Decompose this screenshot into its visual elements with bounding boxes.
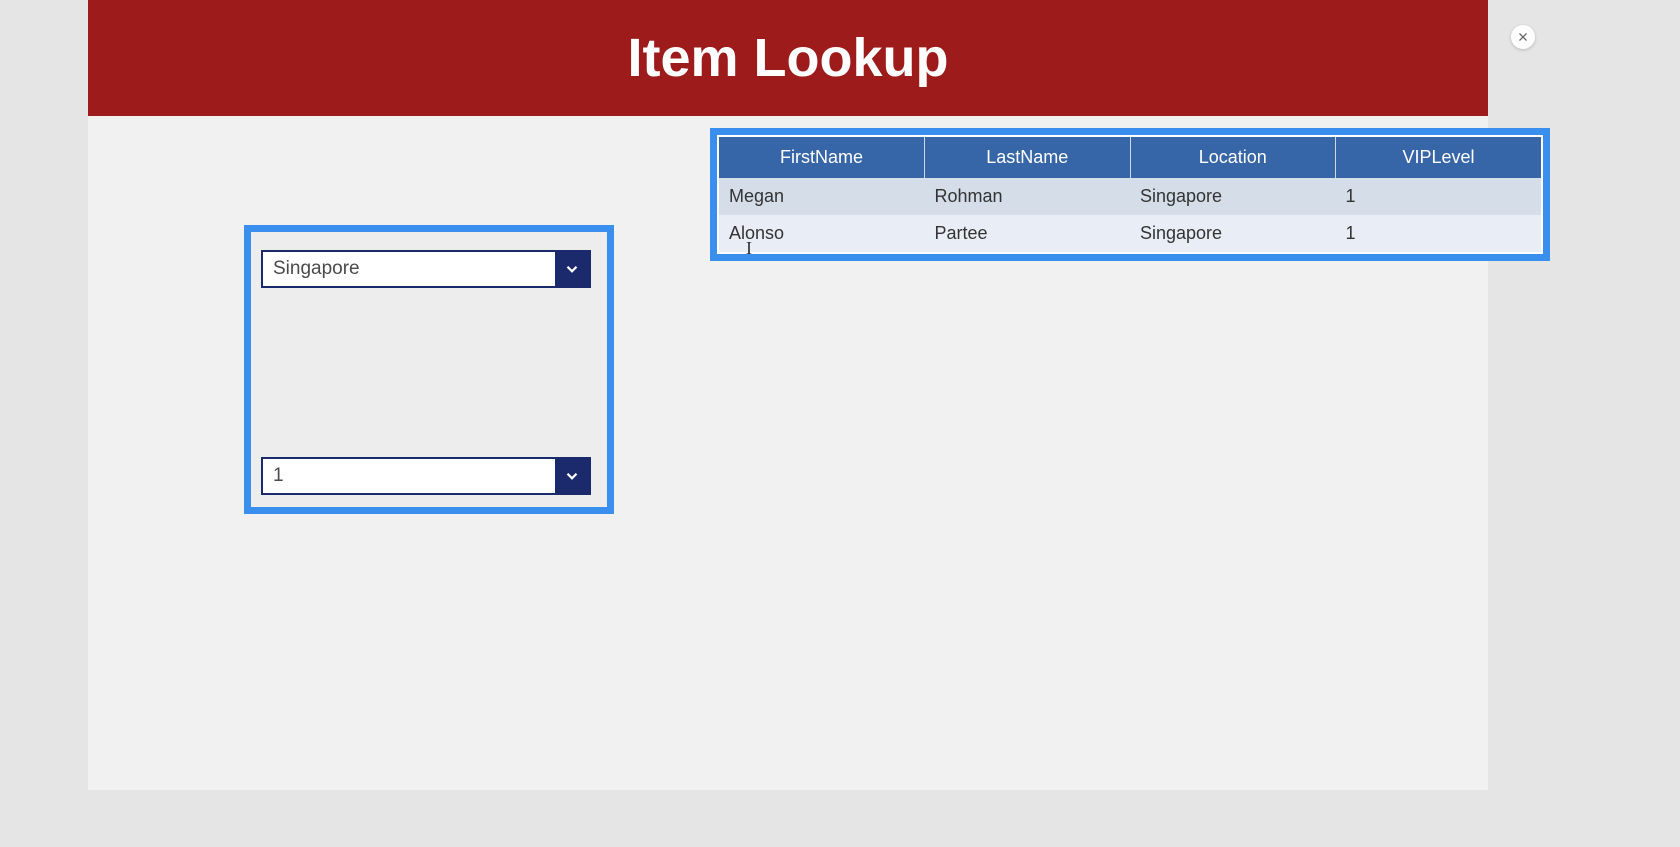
column-header-location[interactable]: Location [1130,137,1336,178]
location-dropdown[interactable]: Singapore [261,250,591,288]
filter-panel: Singapore 1 [244,225,614,514]
close-icon [1517,31,1529,43]
location-dropdown-value: Singapore [263,252,555,286]
results-table: FirstName LastName Location VIPLevel Meg… [719,137,1541,252]
cell-location: Singapore [1130,215,1336,252]
cell-firstname: Alonso [719,215,925,252]
page-title: Item Lookup [628,27,949,89]
viplevel-dropdown-value: 1 [263,459,555,493]
viplevel-dropdown[interactable]: 1 [261,457,591,495]
close-button[interactable] [1511,25,1535,49]
cell-lastname: Partee [925,215,1131,252]
column-header-lastname[interactable]: LastName [925,137,1131,178]
cell-lastname: Rohman [925,178,1131,215]
header-bar: Item Lookup [88,0,1488,116]
table-row[interactable]: Megan Rohman Singapore 1 [719,178,1541,215]
table-row[interactable]: Alonso Partee Singapore 1 [719,215,1541,252]
column-header-firstname[interactable]: FirstName [719,137,925,178]
chevron-down-icon [555,252,589,286]
table-header-row: FirstName LastName Location VIPLevel [719,137,1541,178]
chevron-down-icon [555,459,589,493]
cell-viplevel: 1 [1336,178,1542,215]
app-container: Item Lookup Singapore 1 FirstName [88,0,1488,790]
column-header-viplevel[interactable]: VIPLevel [1336,137,1542,178]
cell-location: Singapore [1130,178,1336,215]
cell-viplevel: 1 [1336,215,1542,252]
results-table-panel: FirstName LastName Location VIPLevel Meg… [710,128,1550,261]
cell-firstname: Megan [719,178,925,215]
